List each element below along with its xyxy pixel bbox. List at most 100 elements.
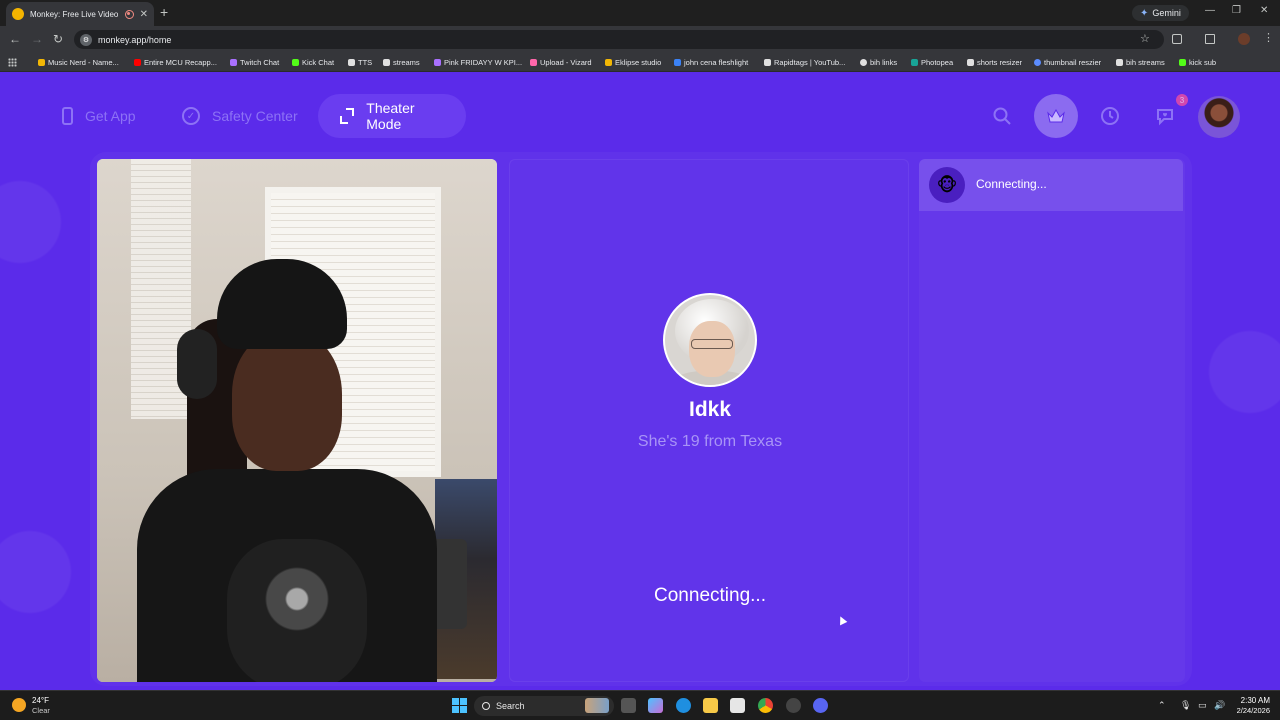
site-info-icon[interactable]: ⚙ — [80, 33, 92, 46]
discord-icon[interactable] — [813, 698, 828, 713]
windows-start-icon[interactable] — [452, 698, 467, 713]
url-text[interactable]: monkey.app/home — [98, 35, 171, 45]
premium-button[interactable] — [1034, 94, 1078, 138]
theater-mode-button[interactable]: Theater Mode — [318, 94, 466, 138]
address-bar[interactable]: ⚙ monkey.app/home — [74, 30, 1164, 49]
close-tab-icon[interactable]: ✕ — [140, 9, 148, 20]
bookmark-item[interactable]: Rapidtags | YouTub... — [764, 56, 845, 69]
edge-icon[interactable] — [676, 698, 691, 713]
kick-icon — [1179, 59, 1186, 66]
reload-icon[interactable]: ↻ — [53, 32, 63, 46]
bookmark-item[interactable]: streams — [383, 56, 420, 69]
partner-avatar — [663, 293, 757, 387]
tts-icon — [348, 59, 355, 66]
shield-check-icon: ✓ — [182, 107, 200, 125]
sidepanel-icon[interactable] — [1205, 34, 1215, 44]
vizard-icon — [530, 59, 537, 66]
tab-title: Monkey: Free Live Video Ch — [30, 9, 119, 19]
phone-icon — [62, 107, 73, 125]
bookmark-label: Twitch Chat — [240, 58, 280, 67]
bookmark-favicon-icon — [674, 59, 681, 66]
close-window-icon[interactable]: ✕ — [1260, 5, 1268, 16]
weather-temperature[interactable]: 24°F — [32, 696, 49, 705]
store-icon[interactable] — [730, 698, 745, 713]
forward-icon[interactable]: → — [31, 32, 43, 46]
bookmark-item[interactable]: Music Nerd - Name... — [38, 56, 119, 69]
widgets-icon[interactable] — [585, 698, 609, 713]
bookmark-item[interactable]: Eklipse studio — [605, 56, 661, 69]
chat-status: Connecting... — [976, 177, 1047, 191]
eklipse-icon — [605, 59, 612, 66]
bookmark-star-icon[interactable]: ☆ — [1140, 32, 1150, 45]
bookmark-label: Eklipse studio — [615, 58, 662, 67]
bookmark-item[interactable]: thumbnail reszier — [1034, 56, 1101, 69]
chrome-icon[interactable] — [758, 698, 773, 713]
bookmark-label: bih links — [870, 58, 898, 67]
bookmark-item[interactable]: shorts resizer — [967, 56, 1022, 69]
extensions-icon[interactable] — [1172, 34, 1182, 44]
connection-status: Connecting... — [654, 585, 766, 606]
safety-center-button[interactable]: ✓ Safety Center — [160, 94, 320, 138]
weather-condition[interactable]: Clear — [32, 706, 50, 715]
browser-tab[interactable]: Monkey: Free Live Video Ch ✕ — [6, 2, 154, 26]
search-button[interactable] — [980, 94, 1024, 138]
bookmark-item[interactable]: TTS — [348, 56, 372, 69]
get-app-button[interactable]: Get App — [40, 94, 158, 138]
monkey-favicon-icon — [12, 8, 24, 20]
menu-more-icon[interactable]: ⋮ — [1263, 31, 1274, 44]
tray-chevron-icon[interactable]: ⌃ — [1158, 700, 1166, 711]
weather-icon[interactable] — [12, 698, 26, 712]
microphone-icon[interactable]: 🎙 — [1180, 700, 1191, 711]
clock-time[interactable]: 2:30 AM — [1238, 696, 1270, 705]
remote-video-panel: Idkk She's 19 from Texas Connecting... — [509, 159, 909, 682]
history-button[interactable] — [1088, 94, 1132, 138]
bookmark-favicon-icon — [1034, 59, 1041, 66]
bookmark-favicon-icon — [38, 59, 45, 66]
task-view-icon[interactable] — [621, 698, 636, 713]
bookmarks-bar: Music Nerd - Name... Entire MCU Recapp..… — [0, 53, 1280, 72]
bookmark-label: streams — [393, 58, 420, 67]
partner-name: Idkk — [688, 398, 732, 421]
bookmark-item[interactable]: bih links — [860, 56, 897, 69]
rapidtags-icon — [764, 59, 771, 66]
obs-icon[interactable] — [786, 698, 801, 713]
gemini-button[interactable]: ✦ Gemini — [1132, 5, 1189, 21]
browser-tab-strip: Monkey: Free Live Video Ch ✕ + ✦ Gemini … — [0, 0, 1280, 26]
new-tab-button[interactable]: + — [160, 5, 168, 19]
chat-bubble-icon — [1157, 109, 1173, 126]
bookmark-item[interactable]: bih streams — [1116, 56, 1165, 69]
bookmark-label: thumbnail reszier — [1044, 58, 1102, 67]
profile-avatar[interactable] — [1238, 33, 1250, 45]
volume-icon[interactable]: 🔊 — [1214, 700, 1225, 711]
expand-icon — [340, 108, 355, 124]
file-explorer-icon[interactable] — [703, 698, 718, 713]
clock-date[interactable]: 2/24/2026 — [1226, 706, 1270, 715]
back-icon[interactable]: ← — [9, 32, 21, 46]
bookmark-item[interactable]: Upload - Vizard — [530, 56, 592, 69]
bookmark-label: Upload - Vizard — [540, 58, 592, 67]
bookmark-item[interactable]: john cena fleshlight — [674, 56, 748, 69]
user-avatar[interactable] — [1198, 96, 1240, 138]
bookmark-item[interactable]: kick sub — [1179, 56, 1216, 69]
gemini-spark-icon: ✦ — [1140, 7, 1149, 19]
minimize-icon[interactable]: — — [1205, 5, 1215, 16]
bookmark-label: kick sub — [1189, 58, 1217, 67]
apps-grid-icon[interactable] — [8, 58, 17, 67]
twitch-icon — [230, 59, 237, 66]
bookmark-item[interactable]: Entire MCU Recapp... — [134, 56, 217, 69]
taskbar: 24°F Clear Search ⌃ 🎙 ▭ 🔊 2:30 AM 2/24/2… — [0, 690, 1280, 720]
bookmark-item[interactable]: Photopea — [911, 56, 953, 69]
bookmark-item[interactable]: Twitch Chat — [230, 56, 279, 69]
network-icon[interactable]: ▭ — [1198, 700, 1207, 711]
photopea-icon — [911, 59, 918, 66]
bookmark-item[interactable]: Pink FRIDAYY W KPI... — [434, 56, 522, 69]
twitch-icon — [434, 59, 441, 66]
safety-center-label: Safety Center — [212, 108, 298, 124]
gemini-label: Gemini — [1152, 8, 1181, 18]
bookmark-favicon-icon — [967, 59, 974, 66]
copilot-icon[interactable] — [648, 698, 663, 713]
kick-icon — [292, 59, 299, 66]
bookmark-item[interactable]: Kick Chat — [292, 56, 334, 69]
maximize-icon[interactable]: ❐ — [1232, 5, 1241, 16]
bookmark-favicon-icon — [1116, 59, 1123, 66]
